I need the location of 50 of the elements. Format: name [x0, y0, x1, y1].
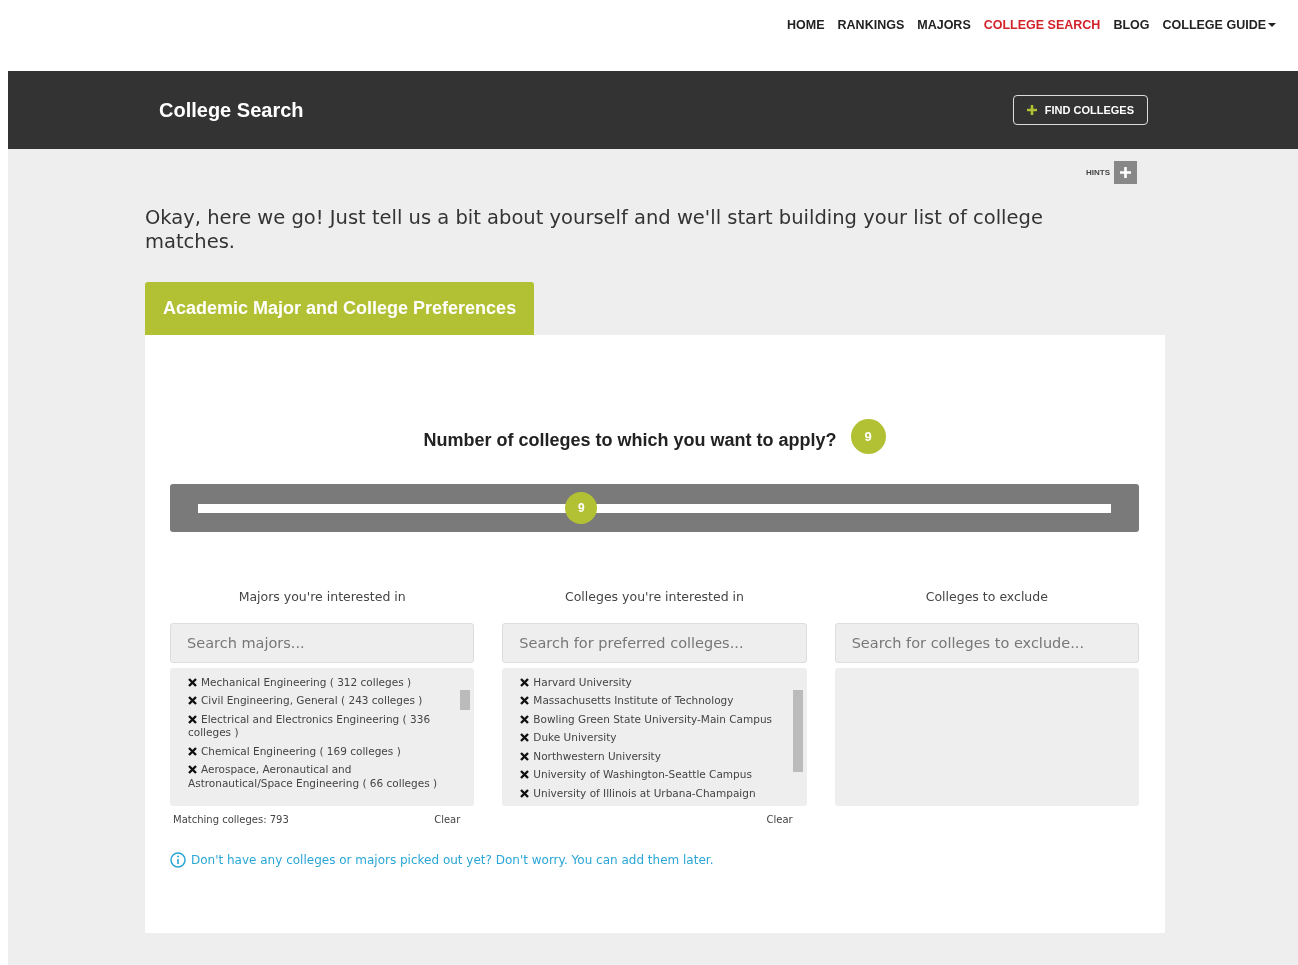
- remove-icon[interactable]: [188, 746, 197, 756]
- selected-item[interactable]: Electrical and Electronics Engineering ( 336 colleges ): [188, 712, 459, 740]
- column-label: Majors you're interested in: [237, 588, 407, 606]
- find-colleges-button[interactable]: FIND COLLEGES: [1012, 94, 1148, 126]
- info-note: Don't have any colleges or majors picked out yet? Don't worry. You can add them later.: [191, 851, 714, 869]
- remove-icon[interactable]: [520, 696, 530, 706]
- count-badge: 9: [850, 419, 886, 454]
- column-label: Colleges you're interested in: [564, 588, 745, 606]
- remove-icon[interactable]: [188, 677, 197, 687]
- search-field[interactable]: Search majors...: [170, 622, 475, 663]
- hints-toggle-button[interactable]: [1114, 161, 1137, 184]
- remove-icon[interactable]: [520, 733, 530, 743]
- nav-link-item[interactable]: COLLEGE SEARCH: [983, 16, 1101, 35]
- nav-link-item[interactable]: MAJORS: [917, 16, 971, 35]
- remove-icon[interactable]: [520, 677, 530, 687]
- remove-icon[interactable]: [520, 751, 530, 761]
- selected-item[interactable]: Harvard University: [520, 675, 791, 690]
- selected-item[interactable]: Civil Engineering, General ( 243 colleges ): [188, 694, 459, 708]
- remove-icon[interactable]: [520, 788, 530, 798]
- plus-icon: [1120, 167, 1131, 178]
- nav-link-item[interactable]: HOME: [787, 16, 825, 35]
- selected-item[interactable]: Northwestern University: [520, 749, 791, 764]
- clear-link[interactable]: Clear: [434, 811, 461, 827]
- search-field[interactable]: Search for preferred colleges...: [502, 622, 807, 663]
- nav-link-item[interactable]: BLOG: [1113, 16, 1150, 35]
- remove-icon[interactable]: [188, 714, 197, 724]
- selected-item[interactable]: Chemical Engineering ( 169 colleges ): [188, 744, 459, 759]
- remove-icon[interactable]: [520, 770, 530, 780]
- plus-icon: [1026, 105, 1037, 115]
- clear-link[interactable]: Clear: [766, 811, 793, 827]
- search-field[interactable]: Search for colleges to exclude...: [834, 622, 1139, 663]
- nav-link-item[interactable]: COLLEGE GUIDE: [1162, 16, 1276, 35]
- selected-item[interactable]: Mechanical Engineering ( 312 colleges ): [188, 675, 459, 690]
- selected-item[interactable]: Duke University: [520, 731, 791, 745]
- matching-count: Matching colleges: 793: [173, 812, 289, 827]
- question-text: Number of colleges to which you want to apply?: [423, 429, 837, 452]
- remove-icon[interactable]: [188, 696, 197, 706]
- info-icon: [170, 851, 186, 868]
- intro-text: Okay, here we go! Just tell us a bit about yourself and we'll start building your list of college matches.: [145, 206, 1044, 254]
- selected-item[interactable]: Massachusetts Institute of Technology: [520, 694, 791, 708]
- remove-icon[interactable]: [188, 765, 197, 775]
- nav-link-item[interactable]: RANKINGS: [837, 16, 905, 35]
- remove-icon[interactable]: [520, 714, 530, 724]
- selected-item[interactable]: University of Illinois at Urbana-Champaign: [520, 786, 791, 801]
- selected-item[interactable]: Bowling Green State University-Main Campus: [520, 712, 791, 727]
- hints-label: HINTS: [1086, 166, 1110, 179]
- column-label: Colleges to exclude: [924, 588, 1049, 606]
- page-title: College Search: [159, 98, 304, 122]
- selected-item[interactable]: University of Washington-Seattle Campus: [520, 768, 791, 782]
- selected-item[interactable]: Aerospace, Aeronautical and Astronautical/Space Engineering ( 66 colleges ): [188, 763, 459, 791]
